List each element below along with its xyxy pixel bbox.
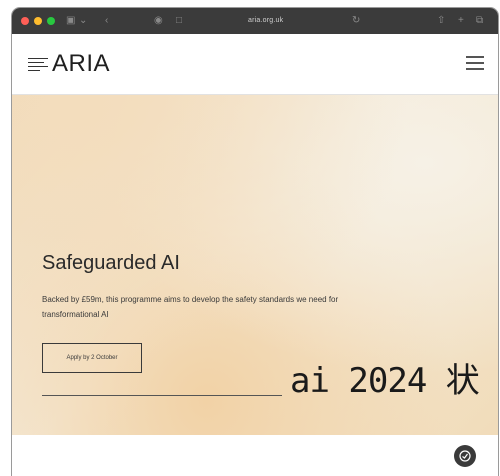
apply-button[interactable]: Apply by 2 October — [42, 343, 142, 373]
bottom-bar — [12, 435, 498, 476]
back-icon[interactable]: ‹ — [105, 15, 108, 26]
aria-logo-icon[interactable] — [28, 56, 50, 72]
tabs-icon[interactable]: ⧉ — [476, 15, 483, 26]
reload-icon[interactable]: ↻ — [352, 15, 360, 26]
reader-icon[interactable]: □ — [176, 15, 182, 26]
shield-icon[interactable]: ◉ — [154, 15, 163, 26]
overlay-text: ai 2024 状 — [290, 361, 480, 401]
site-header: ARIA — [12, 34, 498, 95]
hamburger-menu-icon[interactable] — [466, 56, 484, 70]
accessibility-button[interactable] — [454, 445, 476, 467]
browser-window: ▣ ⌄ ‹ ◉ □ aria.org.uk ↻ ⇧ + ⧉ ARIA Safeg… — [12, 8, 498, 476]
hero-title: Safeguarded AI — [42, 252, 180, 274]
chevron-down-icon[interactable]: ⌄ — [79, 15, 87, 26]
window-controls — [21, 17, 55, 25]
browser-toolbar: ▣ ⌄ ‹ ◉ □ aria.org.uk ↻ ⇧ + ⧉ — [12, 8, 498, 34]
hero-section: Safeguarded AI Backed by £59m, this prog… — [12, 95, 498, 435]
address-bar[interactable]: aria.org.uk — [248, 16, 283, 26]
share-icon[interactable]: ⇧ — [437, 15, 445, 26]
accessibility-icon — [459, 450, 471, 462]
hero-description: Backed by £59m, this programme aims to d… — [42, 295, 339, 319]
sidebar-icon[interactable]: ▣ — [66, 15, 75, 26]
new-tab-icon[interactable]: + — [458, 15, 464, 26]
divider — [42, 395, 282, 396]
site-logo[interactable]: ARIA — [52, 50, 110, 78]
zoom-window-button[interactable] — [47, 17, 55, 25]
minimize-window-button[interactable] — [34, 17, 42, 25]
close-window-button[interactable] — [21, 17, 29, 25]
